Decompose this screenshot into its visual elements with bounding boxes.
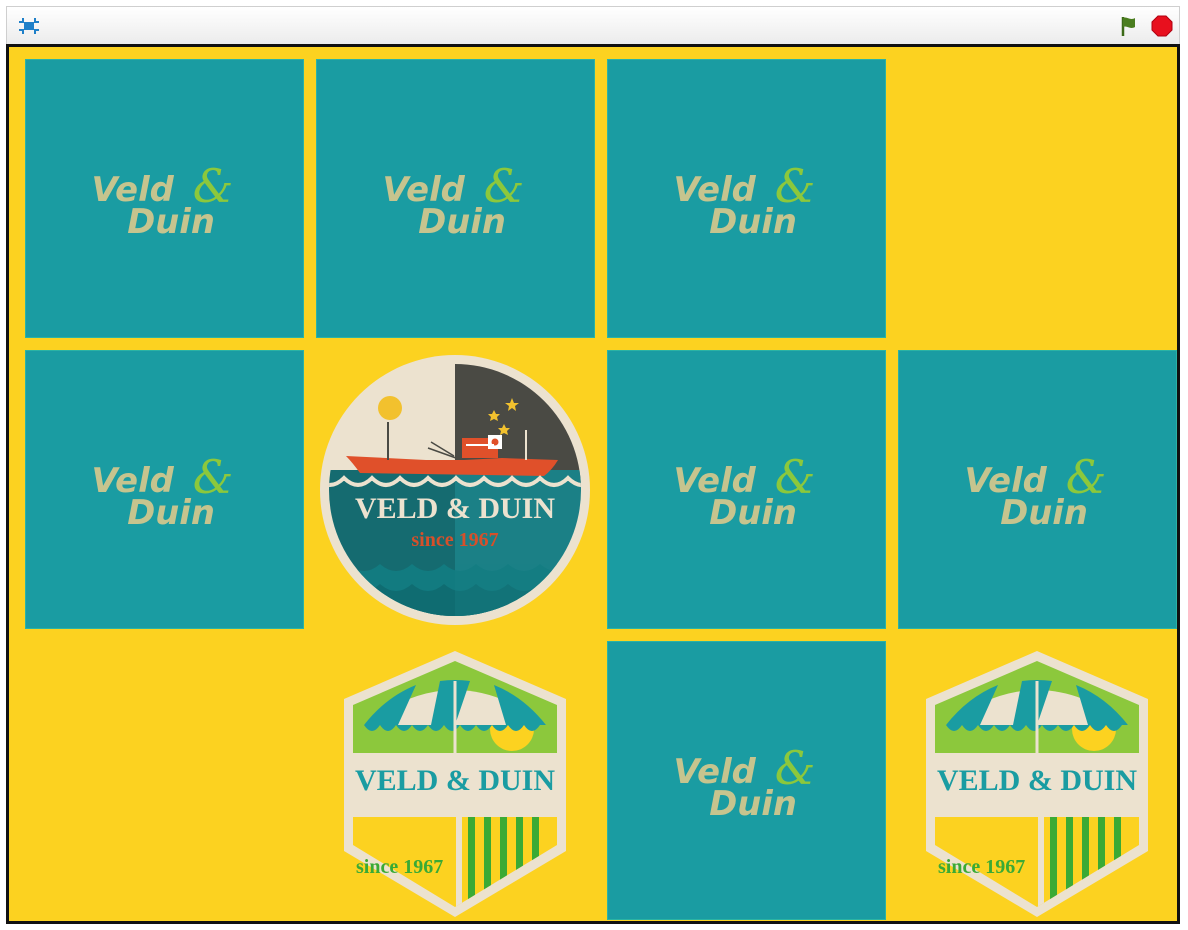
veld-duin-logo: Veld & Duin: [674, 160, 816, 241]
memory-card-face-down[interactable]: Veld & Duin: [898, 350, 1177, 629]
badge-title: VELD & DUIN: [355, 764, 555, 797]
svg-text:Duin: Duin: [709, 784, 797, 823]
game-stage: Veld & Duin Veld & Duin Veld & Duin Veld…: [6, 44, 1180, 924]
memory-card-circle-badge[interactable]: VELD & DUIN since 1967: [316, 350, 595, 629]
badge-title: VELD & DUIN: [937, 764, 1137, 797]
memory-card-umbrella-badge[interactable]: VELD & DUIN since 1967: [898, 641, 1177, 920]
memory-card-face-down[interactable]: Veld & Duin: [607, 350, 886, 629]
svg-text:Duin: Duin: [709, 202, 797, 241]
badge-subtitle: since 1967: [411, 529, 498, 551]
memory-card-face-down[interactable]: Veld & Duin: [25, 59, 304, 338]
player-toolbar: [6, 6, 1180, 44]
svg-text:Duin: Duin: [1000, 493, 1088, 532]
memory-card-face-down[interactable]: Veld & Duin: [607, 59, 886, 338]
veld-duin-logo: Veld & Duin: [92, 451, 234, 532]
svg-text:Duin: Duin: [127, 493, 215, 532]
veld-duin-logo: Veld & Duin: [92, 160, 234, 241]
empty-card-slot: [25, 641, 304, 920]
empty-card-slot: [898, 59, 1177, 338]
memory-card-umbrella-badge[interactable]: VELD & DUIN since 1967: [316, 641, 595, 920]
veld-duin-logo: Veld & Duin: [383, 160, 525, 241]
memory-card-face-down[interactable]: Veld & Duin: [25, 350, 304, 629]
memory-card-face-down[interactable]: Veld & Duin: [607, 641, 886, 920]
svg-text:Duin: Duin: [418, 202, 506, 241]
badge-subtitle: since 1967: [938, 856, 1025, 878]
fullscreen-toggle-icon[interactable]: [17, 14, 41, 38]
veld-duin-logo: Veld & Duin: [674, 451, 816, 532]
memory-card-face-down[interactable]: Veld & Duin: [316, 59, 595, 338]
sun-icon: [378, 396, 402, 420]
svg-text:Duin: Duin: [709, 493, 797, 532]
veld-duin-logo: Veld & Duin: [965, 451, 1107, 532]
veld-duin-logo: Veld & Duin: [674, 742, 816, 823]
green-flag-icon[interactable]: [1118, 14, 1142, 38]
stop-sign-icon[interactable]: [1150, 14, 1174, 38]
badge-subtitle: since 1967: [356, 856, 443, 878]
badge-title: VELD & DUIN: [355, 492, 555, 525]
svg-text:Duin: Duin: [127, 202, 215, 241]
